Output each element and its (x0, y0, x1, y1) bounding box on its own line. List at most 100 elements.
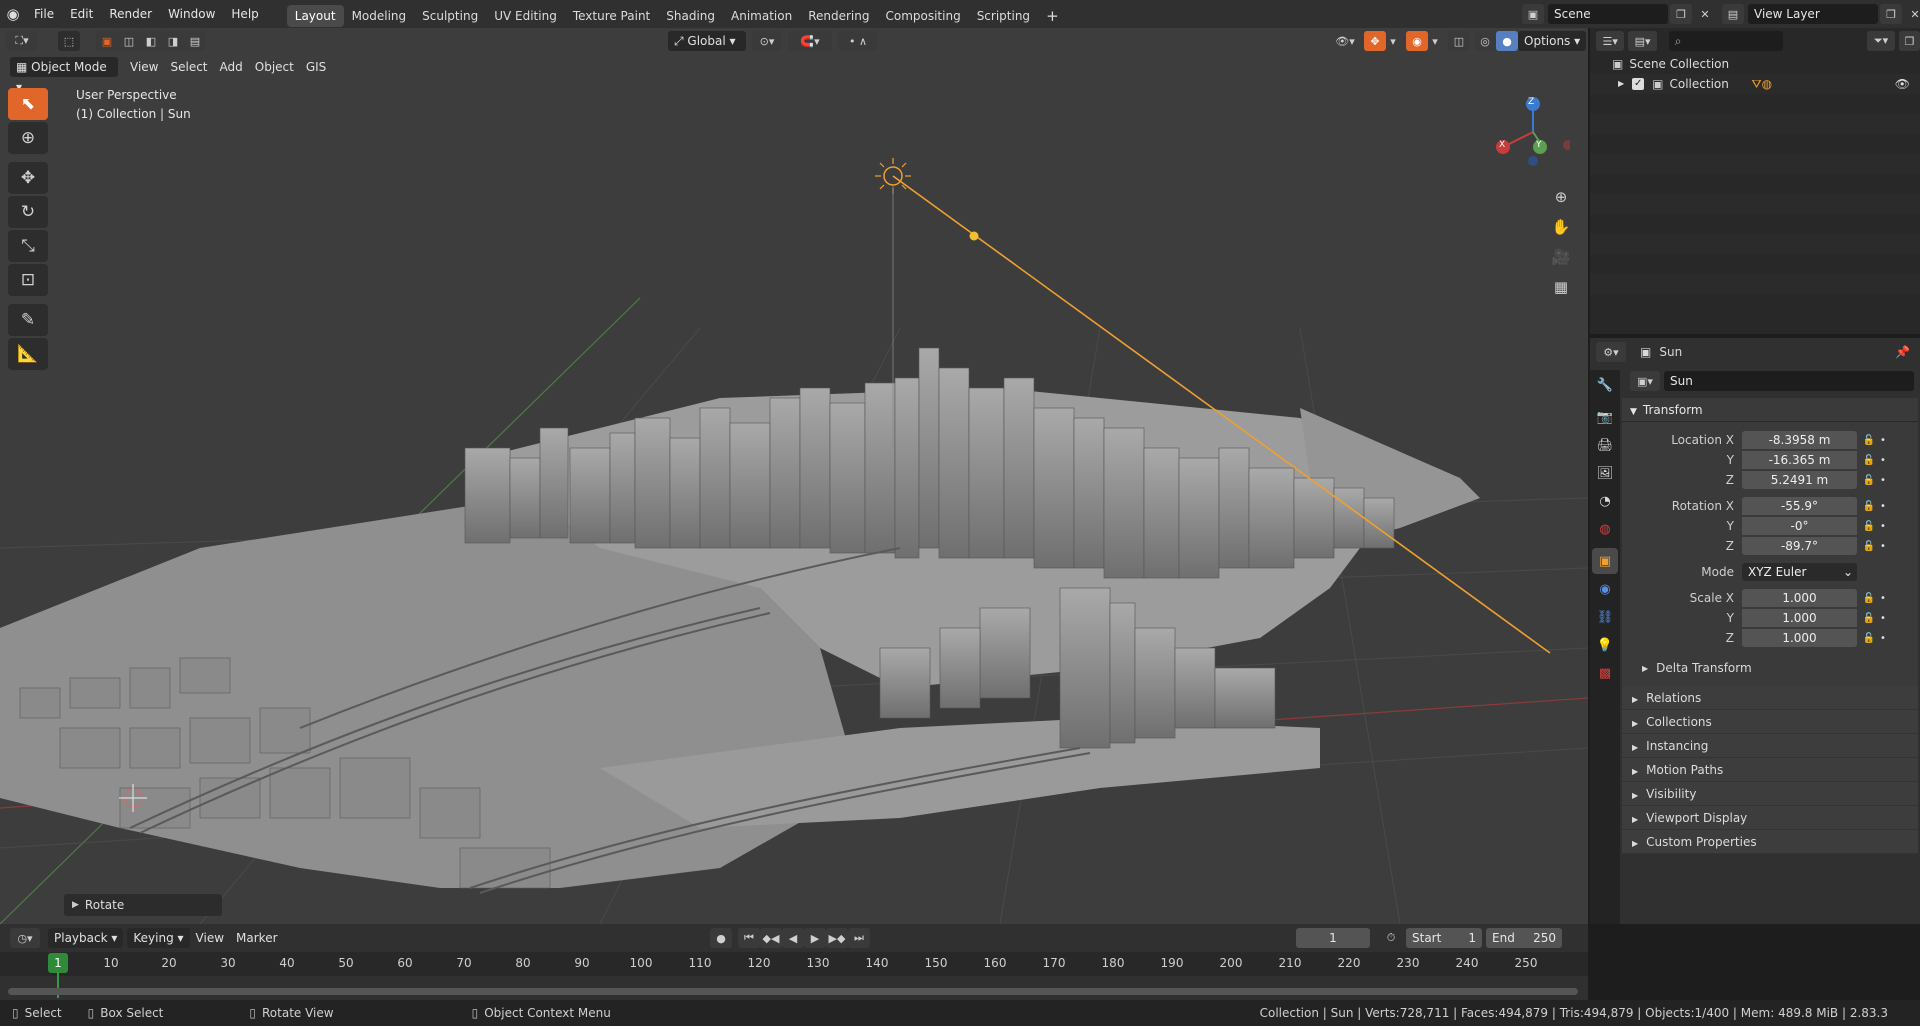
cursor-tool-icon[interactable]: ⊕ (8, 122, 48, 154)
collection-visibility-icon[interactable]: 👁 (1895, 74, 1910, 94)
prev-keyframe-icon[interactable]: ◆◀ (760, 928, 782, 948)
timeline-scrollbar[interactable] (8, 988, 1578, 995)
new-scene-icon[interactable]: ❐ (1670, 4, 1692, 24)
view-layer-tab-icon[interactable]: 🖼 (1592, 460, 1618, 486)
keyframe-dot-icon[interactable]: • (1877, 633, 1889, 644)
transform-orientation-dropdown[interactable]: ⤢ Global ▾ (668, 31, 746, 51)
xray-toggle-icon[interactable]: ◫ (1448, 31, 1470, 51)
location-x-field[interactable]: -8.3958 m (1742, 431, 1857, 449)
properties-editor-type-icon[interactable]: ⚙▾ (1596, 342, 1626, 362)
lock-icon[interactable]: 🔓 (1861, 435, 1877, 446)
object-name-field[interactable]: Sun (1664, 371, 1914, 391)
keyframe-dot-icon[interactable]: • (1877, 435, 1889, 446)
jump-start-icon[interactable]: ⏮ (738, 928, 760, 948)
shading-solid-icon[interactable]: ● (1496, 31, 1518, 51)
tab-shading[interactable]: Shading (658, 5, 723, 27)
gizmo-toggle-icon[interactable]: ✥ (1364, 31, 1386, 51)
measure-tool-icon[interactable]: 📐 (8, 338, 48, 370)
keyframe-dot-icon[interactable]: • (1877, 541, 1889, 552)
object-tab-icon[interactable]: ▣ (1592, 548, 1618, 574)
delete-view-layer-icon[interactable]: ✕ (1904, 4, 1920, 24)
tab-animation[interactable]: Animation (723, 5, 800, 27)
output-tab-icon[interactable]: 🖨 (1592, 432, 1618, 458)
texture-tab-icon[interactable]: ▩ (1592, 660, 1618, 686)
world-tab-icon[interactable]: ◍ (1592, 516, 1618, 542)
viewport-menu-select[interactable]: Select (164, 57, 213, 77)
collections-panel[interactable]: ▶ Collections (1622, 710, 1918, 734)
outliner-display-mode-icon[interactable]: ▤▾ (1628, 31, 1657, 51)
rotation-z-field[interactable]: -89.7° (1742, 537, 1857, 555)
tab-uv-editing[interactable]: UV Editing (486, 5, 565, 27)
light-data-tab-icon[interactable]: 💡 (1592, 632, 1618, 658)
keyframe-dot-icon[interactable]: • (1877, 455, 1889, 466)
end-frame-field[interactable]: End 250 (1486, 928, 1562, 948)
outliner-filter-icon[interactable]: ⏷▾ (1866, 31, 1896, 51)
scene-tab-icon[interactable]: ◔ (1592, 488, 1618, 514)
motion-paths-panel[interactable]: ▶ Motion Paths (1622, 758, 1918, 782)
timeline-editor-type-icon[interactable]: ◷▾ (10, 928, 40, 948)
proportional-edit-icon[interactable]: • ∧ (838, 31, 878, 51)
rotation-x-field[interactable]: -55.9° (1742, 497, 1857, 515)
select-invert-icon[interactable]: ◨ (162, 31, 184, 51)
select-subtract-icon[interactable]: ◧ (140, 31, 162, 51)
keyframe-dot-icon[interactable]: • (1877, 501, 1889, 512)
menu-edit[interactable]: Edit (62, 0, 101, 28)
lock-icon[interactable]: 🔓 (1861, 613, 1877, 624)
keyframe-dot-icon[interactable]: • (1877, 593, 1889, 604)
custom-properties-panel[interactable]: ▶ Custom Properties (1622, 830, 1918, 854)
pin-icon[interactable]: 📌 (1895, 345, 1910, 359)
scale-y-field[interactable]: 1.000 (1742, 609, 1857, 627)
location-z-field[interactable]: 5.2491 m (1742, 471, 1857, 489)
viewport-scene[interactable] (0, 28, 1588, 924)
last-operator-panel[interactable]: ▶ Rotate (64, 894, 222, 916)
annotate-tool-icon[interactable]: ✎ (8, 304, 48, 336)
add-workspace-button[interactable]: + (1038, 5, 1067, 27)
lock-icon[interactable]: 🔓 (1861, 541, 1877, 552)
viewport-display-panel[interactable]: ▶ Viewport Display (1622, 806, 1918, 830)
outliner-editor-type-icon[interactable]: ☰▾ (1596, 31, 1625, 51)
relations-panel[interactable]: ▶ Relations (1622, 686, 1918, 710)
keyframe-dot-icon[interactable]: • (1877, 521, 1889, 532)
keyframe-dot-icon[interactable]: • (1877, 613, 1889, 624)
rotation-y-field[interactable]: -0° (1742, 517, 1857, 535)
rotate-tool-icon[interactable]: ↻ (8, 196, 48, 228)
tab-rendering[interactable]: Rendering (800, 5, 877, 27)
tab-texture-paint[interactable]: Texture Paint (565, 5, 658, 27)
object-mode-dropdown[interactable]: ▦ Object Mode ▾ (10, 57, 118, 94)
select-box-tool-icon[interactable]: ⬉ (8, 88, 48, 120)
scale-tool-icon[interactable]: ⤡ (8, 230, 48, 262)
move-tool-icon[interactable]: ✥ (8, 162, 48, 194)
current-frame-field[interactable]: 1 (1296, 928, 1370, 948)
timeline-menu-view[interactable]: View (190, 928, 230, 948)
jump-end-icon[interactable]: ⏭ (848, 928, 870, 948)
select-tool-icon[interactable]: ⬚ (58, 31, 80, 51)
select-extend-icon[interactable]: ◫ (118, 31, 140, 51)
snap-icon[interactable]: 🧲▾ (788, 31, 832, 51)
camera-view-icon[interactable]: 🎥 (1546, 242, 1576, 272)
scene-browse-icon[interactable]: ▣ (1522, 4, 1544, 24)
lock-icon[interactable]: 🔓 (1861, 521, 1877, 532)
zoom-icon[interactable]: ⊕ (1546, 182, 1576, 212)
ortho-grid-icon[interactable]: ▦ (1546, 272, 1576, 302)
tab-modeling[interactable]: Modeling (344, 5, 415, 27)
transform-panel-header[interactable]: ▼ Transform (1622, 398, 1918, 422)
new-view-layer-icon[interactable]: ❐ (1880, 4, 1902, 24)
new-collection-icon[interactable]: ❐ (1899, 31, 1920, 51)
keyframe-dot-icon[interactable]: • (1877, 475, 1889, 486)
visibility-panel[interactable]: ▶ Visibility (1622, 782, 1918, 806)
overlays-toggle-icon[interactable]: ◉ (1406, 31, 1428, 51)
shading-wireframe-icon[interactable]: ◎ (1474, 31, 1496, 51)
object-browse-icon[interactable]: ▣▾ (1630, 371, 1660, 391)
options-dropdown[interactable]: Options ▾ (1518, 31, 1587, 51)
record-icon[interactable]: ● (710, 928, 732, 948)
lock-icon[interactable]: 🔓 (1861, 455, 1877, 466)
navigation-gizmo[interactable]: Z X Y (1490, 88, 1573, 168)
overlays-menu-icon[interactable]: ▾ (1428, 31, 1442, 51)
expand-collection-icon[interactable]: ▶ (1618, 74, 1624, 94)
outliner-row-scene-collection[interactable]: ▣ Scene Collection (1590, 54, 1920, 74)
outliner-row-collection[interactable]: ▶ ✓ ▣ Collection ⛛◍ 👁 (1590, 74, 1920, 94)
physics-tab-icon[interactable]: ◉ (1592, 576, 1618, 602)
view-layer-name-field[interactable]: View Layer (1748, 4, 1878, 24)
viewport-menu-object[interactable]: Object (249, 57, 300, 77)
menu-render[interactable]: Render (101, 0, 160, 28)
